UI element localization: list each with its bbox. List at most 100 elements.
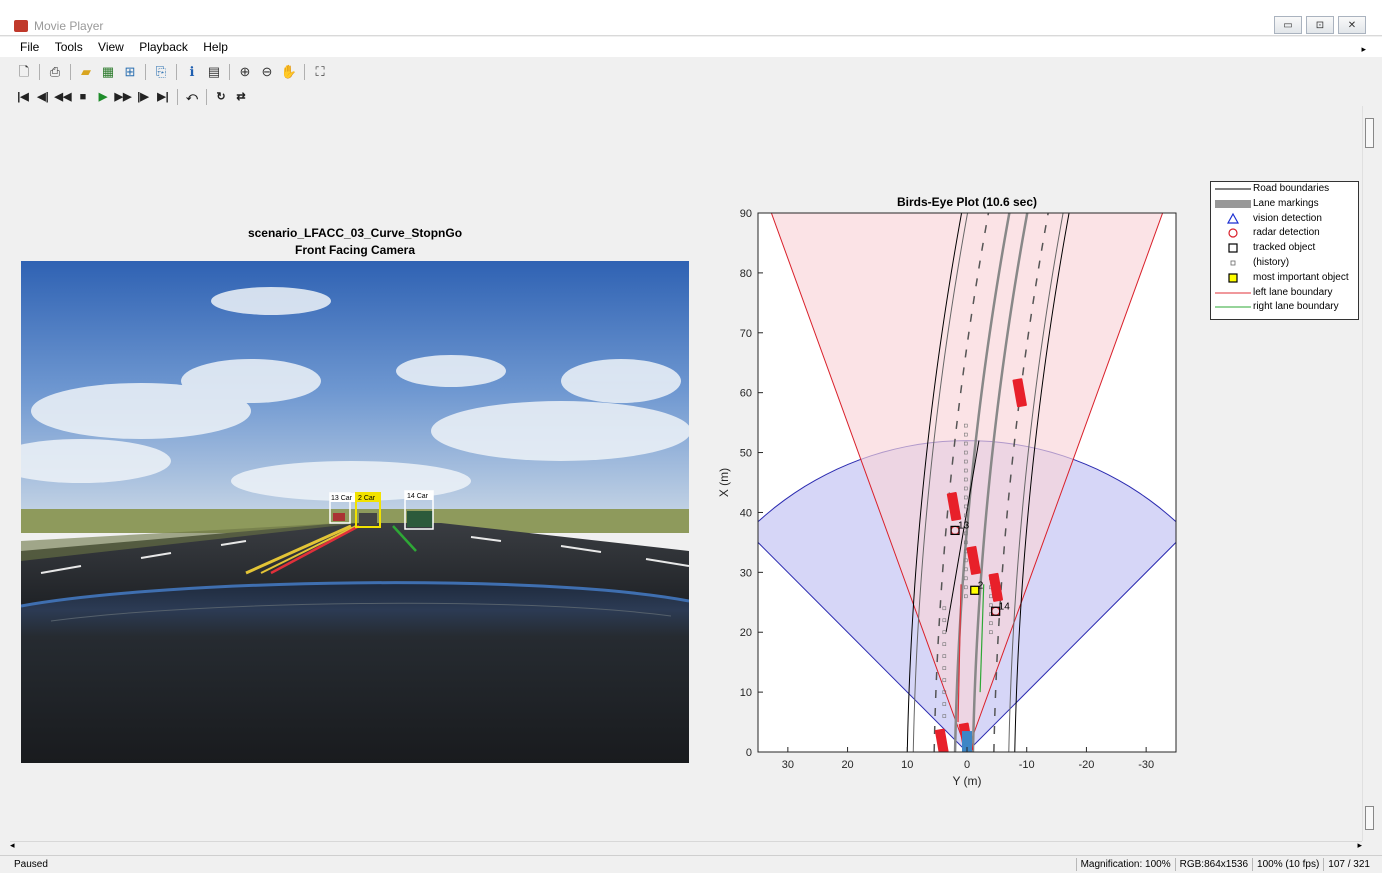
magnification-readout: Magnification: 100% — [1075, 858, 1175, 871]
legend-road-boundaries: Road boundaries — [1211, 182, 1358, 197]
export-icon[interactable]: ⎘ — [151, 62, 171, 82]
fast-forward-icon[interactable]: ▶▶ — [114, 88, 132, 106]
legend-most-important-object: most important object — [1211, 271, 1358, 286]
window-title: Movie Player — [34, 19, 104, 33]
scrollbar-thumb[interactable] — [1365, 118, 1374, 148]
toolbar-separator — [177, 89, 178, 105]
title-bar: Movie Player ▭ ⊡ ✕ — [0, 0, 1382, 36]
camera-subtitle: Front Facing Camera — [294, 243, 416, 257]
y-tick-label: 40 — [740, 507, 752, 519]
plot-legend: Road boundaries Lane markings vision det… — [1210, 181, 1359, 320]
print-icon[interactable]: ⎙ — [45, 62, 65, 82]
x-tick-label: -20 — [1078, 759, 1094, 771]
y-tick-label: 10 — [740, 687, 752, 699]
x-tick-label: 20 — [841, 759, 853, 771]
legend-right-lane-boundary: right lane boundary — [1211, 300, 1358, 315]
track-label-14: 14 — [999, 601, 1011, 612]
green-line-swatch-icon — [1215, 306, 1251, 308]
rewind-icon[interactable]: ◀◀ — [54, 88, 72, 106]
x-tick-label: -30 — [1138, 759, 1154, 771]
track-label-2: 2 — [978, 580, 984, 591]
playback-toolbar: |◀ ◀| ◀◀ ■ ▶ ▶▶ |▶ ▶| ⤺ ↻ ⇄ — [14, 87, 250, 107]
menu-file[interactable]: File — [14, 37, 45, 54]
colormap-icon[interactable]: ▤ — [204, 62, 224, 82]
y-tick-label: 70 — [740, 328, 752, 340]
vertical-scrollbar[interactable] — [1362, 106, 1377, 841]
red-line-swatch-icon — [1215, 292, 1251, 294]
menu-tools[interactable]: Tools — [49, 37, 89, 54]
legend-radar-detection: radar detection — [1211, 226, 1358, 241]
vehicle-13 — [333, 513, 345, 521]
toolbar-separator — [39, 64, 40, 80]
main-toolbar: 🗋 ⎙ ▰ ▦ ⊞ ⎘ ℹ ▤ ⊕ ⊖ ✋ ⛶ — [14, 61, 330, 83]
frame-rate-readout: 100% (10 fps) — [1252, 858, 1323, 871]
toolbar-separator — [176, 64, 177, 80]
zoom-out-icon[interactable]: ⊖ — [257, 62, 277, 82]
menu-overflow-icon[interactable]: ▸ — [1355, 41, 1372, 55]
circle-marker-icon — [1228, 228, 1238, 238]
playback-state: Paused — [14, 859, 48, 870]
vehicle-14 — [407, 511, 433, 527]
small-square-marker-icon — [1230, 260, 1236, 266]
open-workspace-icon[interactable]: ▦ — [98, 62, 118, 82]
close-button[interactable]: ✕ — [1338, 16, 1366, 34]
loop-icon[interactable]: ↻ — [212, 88, 230, 106]
vehicle-2 — [359, 513, 377, 525]
y-tick-label: 30 — [740, 567, 752, 579]
legend-vision-detection: vision detection — [1211, 212, 1358, 227]
step-back-icon[interactable]: ◀| — [34, 88, 52, 106]
menu-help[interactable]: Help — [197, 37, 234, 54]
info-icon[interactable]: ℹ — [182, 62, 202, 82]
frame-counter: 107 / 321 — [1323, 858, 1374, 871]
maximize-button[interactable]: ⊡ — [1306, 16, 1334, 34]
rgb-readout: RGB:864x1536 — [1174, 858, 1252, 871]
menu-playback[interactable]: Playback — [133, 37, 194, 54]
x-tick-label: 0 — [964, 759, 970, 771]
scroll-left-icon[interactable]: ◂ — [10, 840, 15, 851]
square-marker-icon — [1228, 243, 1238, 253]
plot-title: Birds-Eye Plot (10.6 sec) — [897, 195, 1037, 209]
track-label-13: 13 — [958, 520, 970, 531]
go-to-first-icon[interactable]: |◀ — [14, 88, 32, 106]
simulink-icon[interactable]: ⊞ — [120, 62, 140, 82]
scroll-right-icon[interactable]: ▸ — [1357, 840, 1362, 851]
minimize-button[interactable]: ▭ — [1274, 16, 1302, 34]
y-tick-label: 60 — [740, 388, 752, 400]
y-tick-label: 20 — [740, 627, 752, 639]
menu-view[interactable]: View — [92, 37, 130, 54]
status-bar: Paused Magnification: 100% RGB:864x1536 … — [0, 855, 1382, 873]
window-controls: ▭ ⊡ ✕ — [1274, 16, 1366, 34]
x-tick-label: 30 — [782, 759, 794, 771]
playback-direction-icon[interactable]: ⇄ — [232, 88, 250, 106]
new-icon[interactable]: 🗋 — [14, 62, 34, 82]
open-icon[interactable]: ▰ — [76, 62, 96, 82]
jump-to-icon[interactable]: ⤺ — [183, 88, 201, 106]
y-tick-label: 50 — [740, 448, 752, 460]
detection-label-14: 14 Car — [407, 493, 429, 500]
ego-car-hood — [21, 582, 689, 763]
x-tick-label: 10 — [901, 759, 913, 771]
step-forward-icon[interactable]: |▶ — [134, 88, 152, 106]
line-swatch-icon — [1215, 188, 1251, 190]
zoom-in-icon[interactable]: ⊕ — [235, 62, 255, 82]
menu-bar: File Tools View Playback Help ▸ — [0, 37, 1382, 57]
matlab-app-icon — [14, 20, 28, 32]
play-icon[interactable]: ▶ — [94, 88, 112, 106]
front-camera-view: 13 Car 2 Car 14 Car — [21, 261, 689, 763]
y-tick-label: 0 — [746, 747, 752, 759]
pan-icon[interactable]: ✋ — [279, 62, 299, 82]
legend-left-lane-boundary: left lane boundary — [1211, 286, 1358, 301]
fit-window-icon[interactable]: ⛶ — [310, 62, 330, 82]
legend-history: (history) — [1211, 256, 1358, 271]
detection-label-13: 13 Car — [331, 495, 353, 502]
camera-title: scenario_LFACC_03_Curve_StopnGo — [247, 226, 463, 240]
horizontal-scrollbar[interactable]: ◂ ▸ — [10, 840, 1362, 854]
bar-swatch-icon — [1215, 199, 1251, 208]
toolbar-separator — [229, 64, 230, 80]
scrollbar-thumb-lower[interactable] — [1365, 806, 1374, 830]
stop-icon[interactable]: ■ — [74, 88, 92, 106]
go-to-last-icon[interactable]: ▶| — [154, 88, 172, 106]
toolbar-separator — [70, 64, 71, 80]
toolbar-separator — [145, 64, 146, 80]
y-tick-label: 80 — [740, 268, 752, 280]
